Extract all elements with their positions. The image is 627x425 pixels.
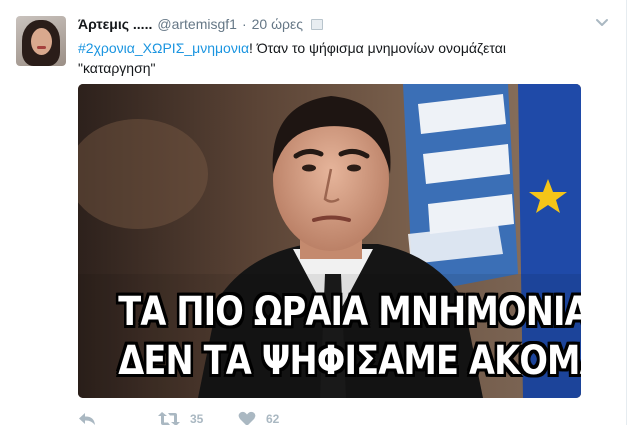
translate-flag-icon: [310, 19, 323, 30]
hashtag-link[interactable]: #2χρονια_ΧΩΡΙΣ_μνημονια: [78, 40, 249, 56]
reply-button[interactable]: [78, 411, 158, 425]
avatar[interactable]: [16, 16, 66, 66]
tweet-text: #2χρονια_ΧΩΡΙΣ_μνημονια! Όταν το ψήφισμα…: [78, 38, 578, 78]
avatar-face: [31, 28, 52, 55]
header-separator: ·: [241, 16, 247, 32]
avatar-mouth: [37, 46, 46, 49]
retweet-button[interactable]: 35: [158, 411, 238, 425]
retweet-icon: [158, 411, 180, 425]
like-button[interactable]: 62: [238, 411, 318, 425]
heart-icon: [238, 411, 256, 425]
author-fullname[interactable]: Άρτεμις .....: [78, 16, 152, 32]
tweet-header: Άρτεμις ..... @artemisgf1 · 20 ώρες: [78, 16, 323, 36]
tweet-image[interactable]: ΤΑ ΠΙΟ ΩΡΑΙΑ ΜΝΗΜΟΝΙΑ ΔΕΝ ΤΑ ΨΗΦΙΣΑΜΕ ΑΚ…: [78, 84, 581, 398]
tweet[interactable]: Άρτεμις ..... @artemisgf1 · 20 ώρες #2χρ…: [0, 0, 627, 425]
retweet-count: 35: [190, 412, 204, 425]
image-caption-line1: ΤΑ ΠΙΟ ΩΡΑΙΑ ΜΝΗΜΟΝΙΑ: [118, 289, 581, 335]
reply-icon: [78, 411, 96, 425]
like-count: 62: [266, 412, 280, 425]
tweet-actions: 35 62: [78, 409, 318, 425]
author-username[interactable]: @artemisgf1: [157, 16, 237, 32]
tweet-timestamp[interactable]: 20 ώρες: [252, 16, 303, 32]
image-caption-line2: ΔΕΝ ΤΑ ΨΗΦΙΣΑΜΕ ΑΚΟΜΑ: [118, 338, 581, 384]
chevron-down-icon[interactable]: [594, 14, 610, 30]
